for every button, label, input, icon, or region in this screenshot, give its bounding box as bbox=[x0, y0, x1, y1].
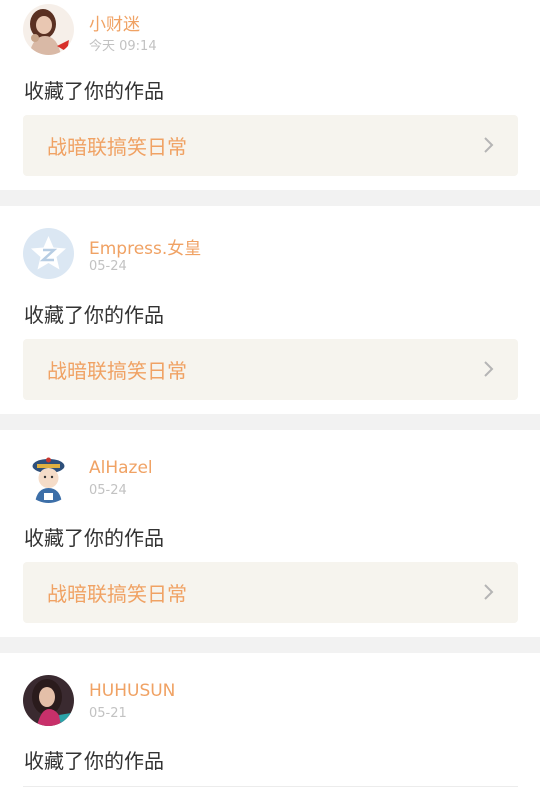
notification-card: Empress.女皇 05-24 收藏了你的作品 战暗联搞笑日常 bbox=[0, 206, 540, 414]
username[interactable]: AlHazel bbox=[89, 458, 153, 478]
work-title: 战暗联搞笑日常 bbox=[47, 135, 187, 159]
action-text: 收藏了你的作品 bbox=[24, 526, 164, 550]
username[interactable]: 小财迷 bbox=[89, 10, 140, 35]
timestamp: 05-24 bbox=[89, 259, 127, 274]
work-title: 战暗联搞笑日常 bbox=[47, 359, 187, 383]
work-link[interactable]: 战暗联搞笑日常 bbox=[23, 115, 518, 176]
action-text: 收藏了你的作品 bbox=[24, 749, 164, 773]
timestamp: 05-21 bbox=[89, 706, 127, 721]
chevron-right-icon bbox=[482, 135, 496, 155]
girl-portrait-avatar-icon[interactable] bbox=[23, 4, 74, 55]
work-title: 战暗联搞笑日常 bbox=[47, 582, 187, 606]
timestamp: 05-24 bbox=[89, 483, 127, 498]
cartoon-qing-official-avatar-icon[interactable] bbox=[23, 452, 74, 503]
work-link[interactable]: 战暗联搞笑日常 bbox=[23, 562, 518, 623]
woman-photo-avatar-icon[interactable] bbox=[23, 675, 74, 726]
notification-card: AlHazel 05-24 收藏了你的作品 战暗联搞笑日常 bbox=[0, 430, 540, 637]
chevron-right-icon bbox=[482, 582, 496, 602]
action-text: 收藏了你的作品 bbox=[24, 79, 164, 103]
notification-card: 小财迷 今天 09:14 收藏了你的作品 战暗联搞笑日常 bbox=[0, 0, 540, 190]
action-text: 收藏了你的作品 bbox=[24, 303, 164, 327]
work-link[interactable]: 战暗联搞笑日常 bbox=[23, 339, 518, 400]
username[interactable]: HUHUSUN bbox=[89, 681, 175, 701]
notification-card: HUHUSUN 05-21 收藏了你的作品 bbox=[0, 653, 540, 787]
username[interactable]: Empress.女皇 bbox=[89, 234, 201, 259]
default-z-star-avatar-icon[interactable] bbox=[23, 228, 74, 279]
chevron-right-icon bbox=[482, 359, 496, 379]
timestamp: 今天 09:14 bbox=[89, 39, 157, 54]
